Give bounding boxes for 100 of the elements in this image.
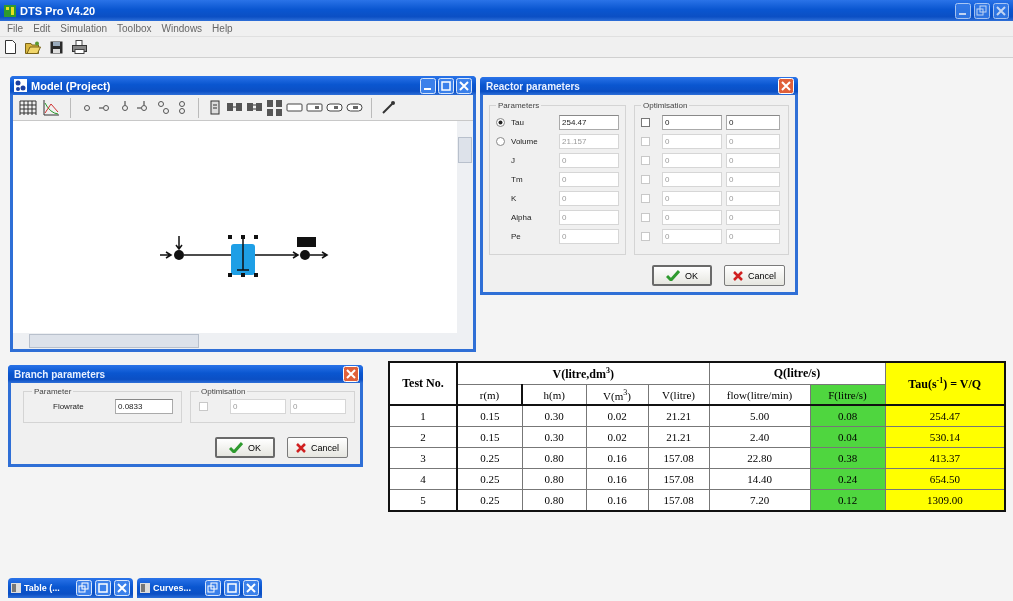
table-cell: 21.21	[648, 405, 709, 427]
scrollbar-thumb[interactable]	[458, 137, 472, 163]
table-cell: 22.80	[709, 447, 810, 469]
field-label: K	[510, 193, 518, 203]
input-field[interactable]: 0	[726, 114, 780, 130]
reactor-icon[interactable]	[207, 98, 223, 117]
cancel-button[interactable]: Cancel	[724, 265, 785, 286]
maximize-button[interactable]	[224, 580, 240, 596]
cross-icon	[733, 270, 743, 281]
table-cell: 0.15	[457, 405, 522, 427]
restore-button[interactable]	[76, 580, 92, 596]
table-icon[interactable]	[19, 98, 39, 117]
maximize-button[interactable]	[95, 580, 111, 596]
menu-item[interactable]: Help	[209, 23, 236, 34]
close-button[interactable]	[456, 77, 472, 94]
close-button[interactable]	[114, 580, 130, 596]
table-cell: 0.02	[586, 426, 648, 448]
outlet-node-drawing	[297, 237, 329, 260]
column-header: Tau(s$^{-1}$) = V/Q	[885, 362, 1005, 405]
pipe-line	[183, 254, 232, 256]
table-cell: 0.80	[522, 447, 586, 469]
reactor-icon[interactable]	[266, 98, 283, 117]
window-title: Curves...	[153, 583, 193, 593]
input-field[interactable]: 0	[662, 114, 722, 130]
field-label: Flowrate	[52, 401, 85, 411]
app-title: DTS Pro V4.20	[20, 4, 97, 17]
menu-item[interactable]: File	[4, 23, 27, 34]
minimize-button[interactable]	[420, 77, 436, 94]
menu-item[interactable]: Windows	[158, 23, 206, 34]
close-button[interactable]	[243, 580, 259, 596]
column-header: V(m$^{3}$)	[586, 384, 648, 405]
table-cell: 2	[389, 426, 457, 448]
minimized-window[interactable]: Curves...	[137, 578, 262, 598]
table-cell: 0.16	[586, 468, 648, 490]
maximize-button[interactable]	[438, 77, 454, 94]
table-cell: 0.30	[522, 405, 586, 427]
reactor-drawing[interactable]	[228, 235, 258, 277]
window-icon	[11, 583, 21, 593]
pipe-line	[254, 251, 300, 259]
table-cell: 21.21	[648, 426, 709, 448]
ok-button[interactable]: OK	[652, 265, 712, 286]
table-cell: 3	[389, 447, 457, 469]
table-cell: 0.02	[586, 405, 648, 427]
field-label: Tm	[510, 174, 524, 184]
model-icon	[14, 79, 27, 92]
inlet-node-drawing	[159, 235, 184, 260]
field-label: J	[510, 155, 516, 165]
table-cell: 1	[389, 405, 457, 427]
menu-item[interactable]: Edit	[30, 23, 54, 34]
menu-item[interactable]: Simulation	[57, 23, 111, 34]
field-label: Pe	[510, 231, 522, 241]
minimized-window[interactable]: Table (...	[8, 578, 133, 598]
table-cell: 2.40	[709, 426, 810, 448]
vertical-scrollbar[interactable]	[457, 121, 473, 333]
minimize-button[interactable]	[955, 2, 971, 19]
column-group-header: Q(litre/s)	[709, 362, 885, 385]
restore-button[interactable]	[974, 2, 990, 19]
table-cell: 5.00	[709, 405, 810, 427]
table-cell: 0.80	[522, 468, 586, 490]
column-header: r(m)	[457, 384, 522, 405]
dialog-title: Reactor parameters	[486, 80, 581, 92]
checkbox[interactable]	[641, 117, 650, 127]
column-header: V(litre)	[648, 384, 709, 405]
node-icon[interactable]	[155, 98, 171, 117]
input-field[interactable]: 254.47	[559, 114, 619, 130]
column-header: flow(litre/min)	[709, 384, 810, 405]
new-file-icon[interactable]	[5, 40, 16, 54]
save-icon[interactable]	[50, 40, 63, 54]
restore-button[interactable]	[205, 580, 221, 596]
scrollbar-thumb[interactable]	[29, 334, 199, 348]
table-cell: 157.08	[648, 468, 709, 490]
window-title: Table (...	[24, 583, 61, 593]
open-folder-icon[interactable]	[25, 40, 41, 54]
cancel-button[interactable]: Cancel	[287, 437, 348, 458]
field-label: Volume	[510, 136, 539, 146]
table-cell: 0.25	[457, 447, 522, 469]
radio-button[interactable]	[496, 117, 505, 127]
group-label: Optimisation	[200, 387, 247, 396]
check-icon	[228, 442, 243, 453]
group-label: Parameter	[33, 387, 73, 396]
menu-item[interactable]: Toolbox	[114, 23, 155, 34]
table-cell: 0.15	[457, 426, 522, 448]
field-label: Alpha	[510, 212, 533, 222]
close-button[interactable]	[993, 2, 1009, 19]
window-title: Model (Project)	[31, 79, 112, 92]
cross-icon	[296, 442, 306, 453]
group-label: Optimisation	[642, 101, 689, 110]
table-cell: 0.30	[522, 426, 586, 448]
horizontal-scrollbar[interactable]	[13, 333, 457, 349]
check-icon	[665, 270, 680, 281]
window-icon	[140, 583, 150, 593]
ok-button[interactable]: OK	[215, 437, 275, 458]
radio-button[interactable]	[496, 136, 505, 146]
print-icon[interactable]	[72, 40, 87, 54]
input-field[interactable]: 0.0833	[115, 398, 173, 414]
table-cell: 0.16	[586, 447, 648, 469]
group-label: Parameters	[497, 101, 541, 110]
dialog-title: Branch parameters	[14, 368, 107, 380]
chart-icon[interactable]	[42, 98, 62, 117]
field-label: Tau	[510, 117, 525, 127]
